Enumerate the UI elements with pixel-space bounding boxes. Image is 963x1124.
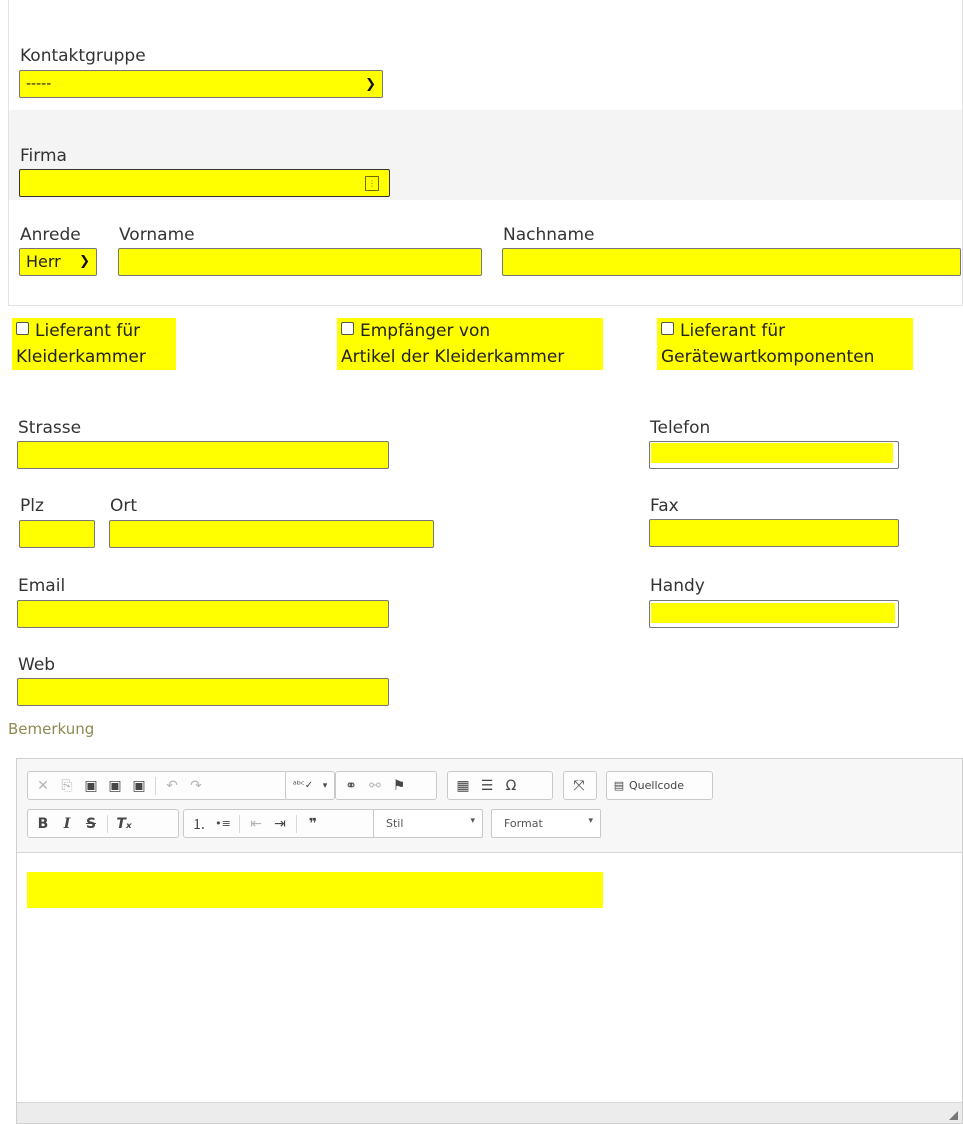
nachname-input[interactable] xyxy=(502,248,961,276)
basic-styles-group: B I S Tₓ xyxy=(27,809,179,838)
italic-icon[interactable]: I xyxy=(56,813,78,835)
format-combo-label: Format xyxy=(504,817,543,830)
chevron-down-icon: ❯ xyxy=(365,77,376,92)
bulleted-list-icon[interactable]: •≡ xyxy=(212,813,234,835)
anchor-flag-icon[interactable]: ⚑ xyxy=(388,775,410,797)
dropdown-arrow-icon: ▾ xyxy=(470,816,475,826)
checkbox-label: Lieferant für xyxy=(680,321,786,341)
cut-icon[interactable]: ✕ xyxy=(32,775,54,797)
handy-label: Handy xyxy=(650,576,705,596)
paste-icon[interactable]: ▣ xyxy=(80,775,102,797)
plz-label: Plz xyxy=(20,496,44,516)
handy-input[interactable] xyxy=(649,600,899,628)
bold-icon[interactable]: B xyxy=(32,813,54,835)
indent-icon[interactable]: ⇥ xyxy=(269,813,291,835)
checkbox-label: Lieferant für xyxy=(35,321,141,341)
strasse-label: Strasse xyxy=(18,418,82,438)
table-icon[interactable]: ▦ xyxy=(452,775,474,797)
paste-text-icon[interactable]: ▣ xyxy=(104,775,126,797)
editor-toolbar: ✕ ⎘ ▣ ▣ ▣ ↶ ↷ ᵃᵇᶜ✓ ▾ ⚭ ⚯ ⚑ ▦ ☰ Ω ⤧ ▤ Que… xyxy=(17,759,962,853)
firma-label: Firma xyxy=(20,146,67,166)
checkbox-label: Gerätewartkomponenten xyxy=(661,347,875,367)
kontaktgruppe-select[interactable]: ----- ❯ xyxy=(19,70,383,98)
strikethrough-icon[interactable]: S xyxy=(80,813,102,835)
source-group: ▤ Quellcode xyxy=(606,771,713,800)
format-combo[interactable]: Format ▾ xyxy=(491,809,601,838)
link-icon[interactable]: ⚭ xyxy=(340,775,362,797)
style-combo-label: Stil xyxy=(386,817,404,830)
telefon-label: Telefon xyxy=(650,418,711,438)
toolbar-separator xyxy=(296,814,297,833)
outdent-icon[interactable]: ⇤ xyxy=(245,813,267,835)
source-icon[interactable]: ▤ xyxy=(611,775,627,797)
toolbar-separator xyxy=(107,814,108,833)
spellcheck-group: ᵃᵇᶜ✓ ▾ xyxy=(285,771,335,800)
kontaktgruppe-value: ----- xyxy=(26,76,52,92)
checkbox-label: Empfänger von xyxy=(360,321,491,341)
dropdown-arrow-icon: ▾ xyxy=(588,816,593,826)
spellcheck-icon[interactable]: ᵃᵇᶜ✓ xyxy=(288,775,318,797)
checkbox-label: Kleiderkammer xyxy=(16,347,146,367)
special-character-icon[interactable]: Ω xyxy=(500,775,522,797)
paste-word-icon[interactable]: ▣ xyxy=(128,775,150,797)
web-label: Web xyxy=(18,655,56,675)
web-input[interactable] xyxy=(17,678,389,706)
ort-input[interactable] xyxy=(109,520,434,548)
clipboard-group: ✕ ⎘ ▣ ▣ ▣ ↶ ↷ xyxy=(27,771,288,800)
checkbox-lieferant-geraetewart[interactable]: Lieferant für Gerätewartkomponenten xyxy=(657,318,913,370)
toolbar-separator xyxy=(239,814,240,833)
kontaktgruppe-label: Kontaktgruppe xyxy=(20,46,146,66)
email-label: Email xyxy=(18,576,66,596)
checkbox-lieferant-kleiderkammer[interactable]: Lieferant für Kleiderkammer xyxy=(12,318,176,370)
undo-icon[interactable]: ↶ xyxy=(161,775,183,797)
maximize-icon[interactable]: ⤧ xyxy=(568,775,590,797)
autofill-icon[interactable]: ⋮ xyxy=(365,176,379,191)
editor-statusbar xyxy=(17,1102,962,1123)
checkbox-box[interactable] xyxy=(661,322,674,335)
bemerkung-label: Bemerkung xyxy=(8,720,95,738)
paragraph-group: ⒈ •≡ ⇤ ⇥ ❞ xyxy=(183,809,376,838)
maximize-group: ⤧ xyxy=(563,771,597,800)
nachname-label: Nachname xyxy=(503,225,595,245)
resize-grip-icon[interactable] xyxy=(949,1111,958,1120)
rich-text-editor: ✕ ⎘ ▣ ▣ ▣ ↶ ↷ ᵃᵇᶜ✓ ▾ ⚭ ⚯ ⚑ ▦ ☰ Ω ⤧ ▤ Que… xyxy=(16,758,963,1124)
telefon-input[interactable] xyxy=(649,441,899,469)
link-group: ⚭ ⚯ ⚑ xyxy=(335,771,437,800)
editor-content-area[interactable] xyxy=(17,853,962,1105)
toolbar-separator xyxy=(155,776,156,795)
horizontal-line-icon[interactable]: ☰ xyxy=(476,775,498,797)
anrede-label: Anrede xyxy=(20,225,81,245)
style-combo[interactable]: Stil ▾ xyxy=(373,809,483,838)
fax-input[interactable] xyxy=(649,519,899,547)
anrede-select[interactable]: Herr ❯ xyxy=(19,248,97,276)
vorname-label: Vorname xyxy=(119,225,195,245)
strasse-input[interactable] xyxy=(17,441,389,469)
redo-icon[interactable]: ↷ xyxy=(185,775,207,797)
copy-icon[interactable]: ⎘ xyxy=(56,775,78,797)
vorname-input[interactable] xyxy=(118,248,482,276)
checkbox-empfaenger-artikel[interactable]: Empfänger von Artikel der Kleiderkammer xyxy=(337,318,603,370)
chevron-down-icon: ❯ xyxy=(79,254,90,269)
plz-input[interactable] xyxy=(19,520,95,548)
insert-group: ▦ ☰ Ω xyxy=(447,771,553,800)
anrede-value: Herr xyxy=(26,252,61,271)
blockquote-icon[interactable]: ❞ xyxy=(302,813,324,835)
checkbox-box[interactable] xyxy=(341,322,354,335)
checkbox-box[interactable] xyxy=(16,322,29,335)
numbered-list-icon[interactable]: ⒈ xyxy=(188,813,210,835)
email-input[interactable] xyxy=(17,600,389,628)
editor-content-highlight[interactable] xyxy=(27,872,603,908)
source-button[interactable]: Quellcode xyxy=(629,779,684,792)
fax-label: Fax xyxy=(650,496,679,516)
firma-input[interactable]: ⋮ xyxy=(19,169,390,197)
unlink-icon[interactable]: ⚯ xyxy=(364,775,386,797)
dropdown-arrow-icon[interactable]: ▾ xyxy=(320,775,330,797)
ort-label: Ort xyxy=(110,496,138,516)
remove-format-icon[interactable]: Tₓ xyxy=(113,813,135,835)
checkbox-label: Artikel der Kleiderkammer xyxy=(341,347,565,367)
